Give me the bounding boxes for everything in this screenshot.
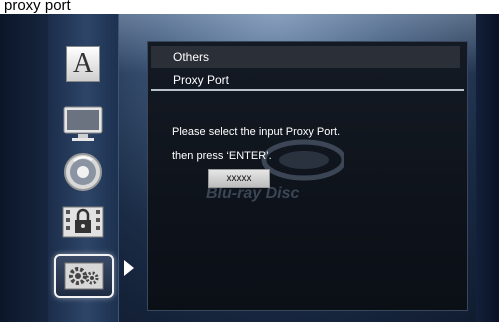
disc-icon xyxy=(64,153,102,191)
sidebar-item-language[interactable]: A xyxy=(58,42,108,86)
window-title: proxy port xyxy=(0,0,499,14)
right-edge-bar xyxy=(476,4,499,322)
breadcrumb-others[interactable]: Others xyxy=(151,46,460,68)
left-edge-bar xyxy=(0,4,48,322)
sidebar-item-others[interactable] xyxy=(54,254,114,298)
font-a-icon: A xyxy=(66,46,100,82)
sidebar-item-disc[interactable] xyxy=(58,150,108,194)
breadcrumb-proxy-port[interactable]: Proxy Port xyxy=(151,69,464,91)
font-a-glyph: A xyxy=(72,48,94,79)
film-lock-icon xyxy=(62,206,104,238)
instruction-line-2: then press ‘ENTER’. xyxy=(172,150,272,162)
proxy-port-input[interactable]: xxxxx xyxy=(208,169,270,188)
monitor-icon xyxy=(63,106,103,141)
instruction-line-1: Please select the input Proxy Port. xyxy=(172,126,341,138)
sidebar-item-display[interactable] xyxy=(58,102,108,146)
settings-panel: Others Proxy Port Blu-ray Disc Please se… xyxy=(147,41,468,311)
tv-screen: A Others Proxy Port Blu-ray Disc Please … xyxy=(0,4,499,322)
chevron-right-icon xyxy=(124,260,134,276)
sidebar-item-parental[interactable] xyxy=(58,200,108,244)
settings-gears-icon xyxy=(64,262,104,290)
menu-sidebar: A xyxy=(48,4,119,322)
